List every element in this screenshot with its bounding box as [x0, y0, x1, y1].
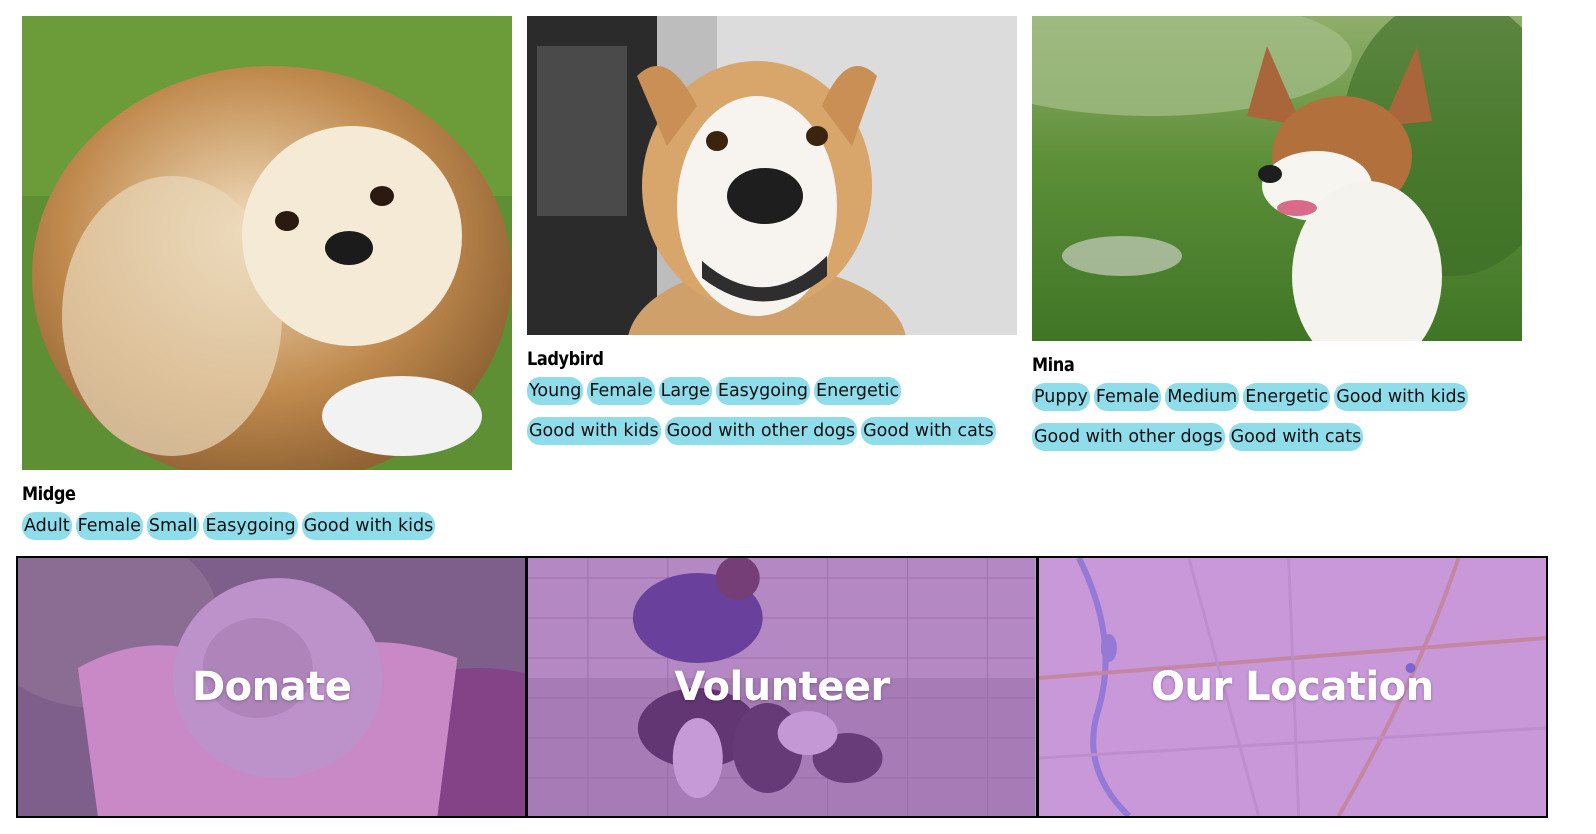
pet-tags: Adult Female Small Easygoing Good with k… — [22, 512, 512, 540]
pet-name: Mina — [1032, 354, 1075, 376]
call-to-action-tiles: Donate Volunteer Our Location — [16, 556, 1548, 818]
pet-tag: Easygoing — [203, 512, 298, 540]
pet-tag: Young — [527, 377, 584, 405]
volunteer-label: Volunteer — [674, 664, 890, 710]
pet-name: Midge — [22, 483, 76, 505]
pet-photo[interactable] — [527, 16, 1017, 335]
pet-tag: Good with other dogs — [664, 417, 858, 445]
pet-tags: Puppy Female Medium Energetic Good with … — [1032, 383, 1522, 451]
our-location-tile[interactable]: Our Location — [1035, 558, 1546, 816]
pet-tag: Medium — [1165, 383, 1240, 411]
pet-name: Ladybird — [527, 348, 604, 370]
pet-card[interactable]: Mina Puppy Female Medium Energetic Good … — [1032, 16, 1522, 451]
donate-label: Donate — [191, 664, 352, 710]
pet-tag: Good with cats — [1228, 423, 1364, 451]
pet-tag: Energetic — [814, 377, 902, 405]
pet-photo[interactable] — [22, 16, 512, 470]
pet-tag: Female — [587, 377, 655, 405]
pet-tag: Puppy — [1032, 383, 1090, 411]
pet-tag: Small — [146, 512, 200, 540]
pet-tag: Good with other dogs — [1032, 423, 1225, 451]
pet-tag: Good with kids — [301, 512, 436, 540]
volunteer-tile[interactable]: Volunteer — [525, 558, 1036, 816]
adoptable-pets-grid: Midge Adult Female Small Easygoing Good … — [22, 16, 1532, 546]
pet-card[interactable]: Ladybird Young Female Large Easygoing En… — [527, 16, 1017, 445]
pet-tag: Energetic — [1243, 383, 1331, 411]
our-location-label: Our Location — [1151, 664, 1434, 710]
pet-photo[interactable] — [1032, 16, 1522, 341]
pet-tag: Good with cats — [861, 417, 996, 445]
pet-tag: Large — [658, 377, 712, 405]
pet-tag: Good with kids — [1334, 383, 1468, 411]
pet-tag: Adult — [22, 512, 72, 540]
pet-tag: Good with kids — [527, 417, 661, 445]
pet-card[interactable]: Midge Adult Female Small Easygoing Good … — [22, 16, 512, 540]
pet-tag: Easygoing — [715, 377, 811, 405]
pet-tag: Female — [1093, 383, 1162, 411]
donate-tile[interactable]: Donate — [18, 558, 526, 816]
pet-tag: Female — [75, 512, 143, 540]
pet-tags: Young Female Large Easygoing Energetic G… — [527, 377, 1017, 445]
